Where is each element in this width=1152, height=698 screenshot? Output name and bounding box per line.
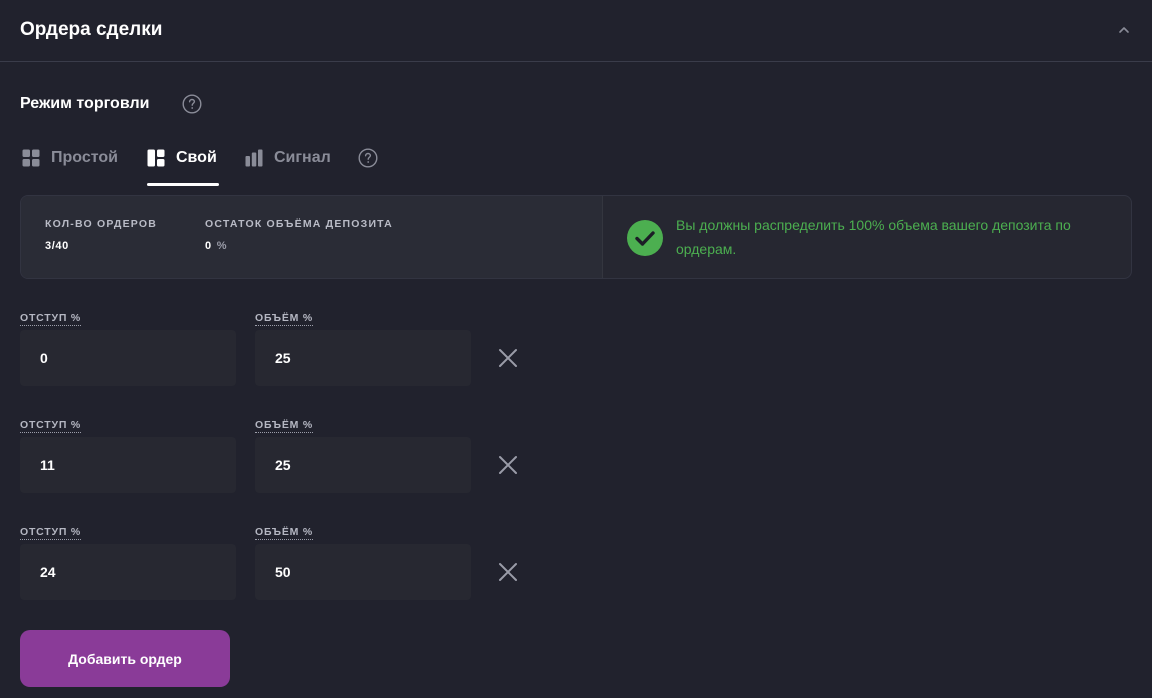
layout-icon xyxy=(147,149,165,167)
offset-input[interactable] xyxy=(20,544,236,600)
tab-custom[interactable]: Свой xyxy=(147,146,219,186)
panel-header[interactable]: Ордера сделки xyxy=(0,0,1152,62)
volume-input[interactable] xyxy=(255,544,471,600)
tab-simple[interactable]: Простой xyxy=(22,146,124,186)
bar-chart-icon xyxy=(245,149,263,167)
trade-orders-panel: Ордера сделки Режим торговли Простой Сво… xyxy=(0,0,1152,698)
offset-input[interactable] xyxy=(20,330,236,386)
close-icon[interactable] xyxy=(498,455,518,475)
volume-label: ОБЪЁМ % xyxy=(255,419,314,433)
check-circle-icon xyxy=(627,220,663,256)
offset-input[interactable] xyxy=(20,437,236,493)
order-stats-box: КОЛ-ВО ОРДЕРОВ 3/40 ОСТАТОК ОБЪЁМА ДЕПОЗ… xyxy=(20,195,1132,279)
offset-label: ОТСТУП % xyxy=(20,419,82,433)
volume-label: ОБЪЁМ % xyxy=(255,312,314,326)
orders-count-label: КОЛ-ВО ОРДЕРОВ xyxy=(45,218,157,230)
panel-title: Ордера сделки xyxy=(20,19,163,40)
grid-icon xyxy=(22,149,40,167)
deposit-remaining-unit: % xyxy=(216,240,228,252)
offset-label: ОТСТУП % xyxy=(20,526,82,540)
deposit-notice: Вы должны распределить 100% объема вашег… xyxy=(676,217,1071,257)
deposit-remaining-value: 0% xyxy=(205,240,227,252)
help-icon[interactable] xyxy=(358,148,378,168)
tab-signal[interactable]: Сигнал xyxy=(245,146,337,186)
chevron-up-icon[interactable] xyxy=(1116,22,1132,38)
close-icon[interactable] xyxy=(498,348,518,368)
volume-label: ОБЪЁМ % xyxy=(255,526,314,540)
tab-simple-label: Простой xyxy=(51,149,118,166)
deposit-remaining-number: 0 xyxy=(205,240,212,252)
offset-label: ОТСТУП % xyxy=(20,312,82,326)
volume-input[interactable] xyxy=(255,330,471,386)
add-order-button[interactable]: Добавить ордер xyxy=(20,630,230,687)
volume-input[interactable] xyxy=(255,437,471,493)
tab-custom-label: Свой xyxy=(176,149,217,166)
trading-mode-title: Режим торговли xyxy=(20,95,150,112)
orders-count-value: 3/40 xyxy=(45,240,69,252)
close-icon[interactable] xyxy=(498,562,518,582)
stats-summary: КОЛ-ВО ОРДЕРОВ 3/40 ОСТАТОК ОБЪЁМА ДЕПОЗ… xyxy=(21,196,603,278)
tab-signal-label: Сигнал xyxy=(274,149,331,166)
deposit-remaining-label: ОСТАТОК ОБЪЁМА ДЕПОЗИТА xyxy=(205,218,393,230)
help-icon[interactable] xyxy=(182,94,202,114)
